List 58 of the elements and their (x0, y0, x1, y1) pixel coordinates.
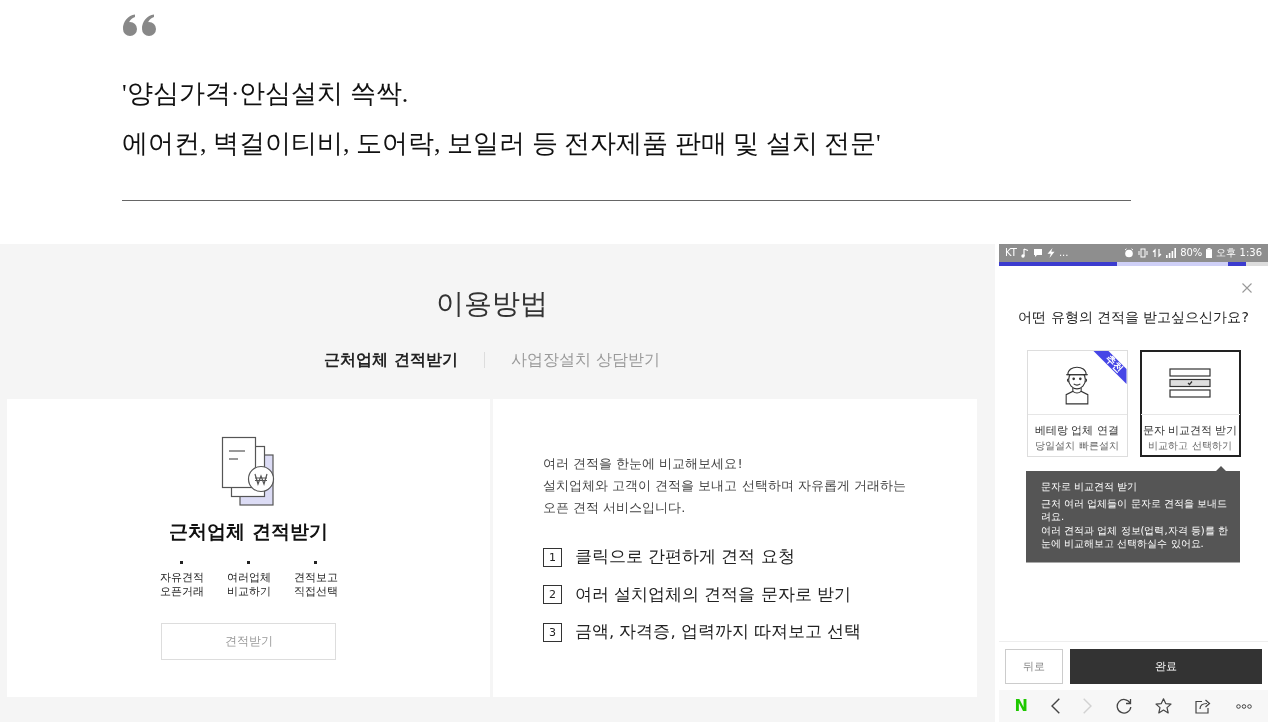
quote-icon (122, 14, 158, 36)
alarm-clock-icon (1124, 248, 1135, 258)
bullet-icon (247, 561, 250, 564)
music-note-icon (1020, 248, 1029, 258)
bullet-icon (180, 561, 183, 564)
option-title: 베테랑 업체 연결 (1035, 423, 1119, 437)
feature-text: 여러업체 비교하기 (225, 571, 272, 599)
tab[interactable]: 근처업체 견적받기 (324, 349, 458, 371)
option-card[interactable]: 문자 비교견적 받기 비교하고 선택하기 (1139, 350, 1241, 457)
step-text: 클릭으로 간편하게 견적 요청 (575, 546, 795, 568)
list-icon (1169, 367, 1211, 398)
done-button[interactable]: 완료 (1070, 649, 1262, 684)
chevron-right-icon (1083, 698, 1093, 714)
feature-text: 견적보고 직접선택 (292, 571, 339, 599)
signal-icon (1166, 248, 1177, 258)
close-icon[interactable] (1242, 283, 1252, 293)
feature-text: 자유견적 오픈거래 (158, 571, 205, 599)
option-subtitle: 비교하고 선택하기 (1148, 439, 1232, 452)
option-card[interactable]: 베테랑 업체 연결 당일설치 빠른설치 추천 (1026, 350, 1128, 457)
chevron-left-icon (1051, 698, 1061, 714)
intro-text: 오픈 견적 서비스입니다. (543, 499, 686, 517)
nav-back-button[interactable] (1051, 698, 1061, 714)
more-icon (1236, 703, 1253, 709)
reload-icon (1115, 698, 1132, 714)
quote-text: '양심가격·안심설치 쓱싹. (122, 78, 409, 110)
vibrate-icon (1138, 248, 1149, 258)
bolt-icon (1046, 248, 1055, 258)
tooltip-title: 문자로 비교견적 받기 (1041, 480, 1139, 494)
question-text: 어떤 유형의 견적을 받고싶으신가요? (1017, 308, 1250, 327)
bullet-icon (314, 561, 317, 564)
option-subtitle: 당일설치 빠른설치 (1035, 439, 1119, 452)
more-button[interactable] (1236, 703, 1253, 709)
ribbon-label: 추천 (1103, 353, 1125, 375)
back-button[interactable]: 뒤로 (1005, 649, 1063, 684)
clock-text: 오후 1:36 (1216, 247, 1262, 259)
step-number: 3 (543, 622, 562, 642)
overflow-text: ... (1058, 247, 1069, 259)
chat-icon (1032, 248, 1043, 258)
data-arrows-icon (1152, 248, 1163, 258)
step-text: 금액, 자격증, 업력까지 따져보고 선택 (575, 621, 862, 643)
step-number: 1 (543, 547, 562, 567)
battery-icon (1206, 248, 1213, 258)
step-number: 2 (543, 585, 562, 604)
quote-text: 에어컨, 벽걸이티비, 도어락, 보일러 등 전자제품 판매 및 설치 전문' (122, 128, 881, 160)
step-text: 여러 설치업체의 견적을 문자로 받기 (575, 583, 851, 606)
star-icon (1154, 698, 1172, 714)
intro-text: 여러 견적을 한눈에 비교해보세요! (543, 455, 743, 473)
battery-text: 80% (1180, 247, 1203, 259)
tooltip-text: 근처 여러 업체들이 문자로 견적을 보내드려요. (1041, 496, 1228, 524)
intro-text: 설치업체와 고객이 견적을 보내고 선택하며 자유롭게 거래하는 (543, 477, 906, 495)
card-title: 근처업체 견적받기 (169, 519, 328, 544)
option-title: 문자 비교견적 받기 (1142, 423, 1238, 437)
reload-button[interactable] (1115, 698, 1132, 714)
bookmark-button[interactable] (1154, 698, 1172, 714)
carrier-text: KT (1005, 247, 1017, 259)
tooltip-text: 여러 견적과 업체 정보(업력,자격 등)를 한눈에 비교해보고 선택하실수 있어요. (1041, 523, 1228, 551)
section-title: 이용방법 (436, 286, 548, 322)
document-coin-icon (220, 436, 277, 506)
